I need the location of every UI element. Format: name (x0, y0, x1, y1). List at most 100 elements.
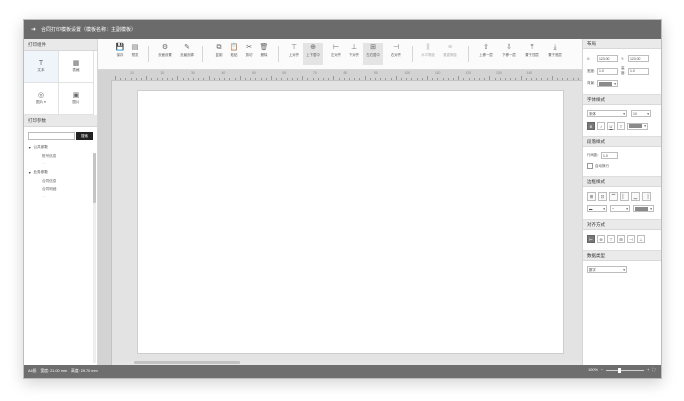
text-align-top-icon[interactable]: ⊤ (607, 235, 615, 243)
ruler-label: 10 (130, 71, 134, 75)
page-setup-button[interactable]: ⚙ 页面设置 (155, 43, 175, 65)
align-bottom-button[interactable]: ⊥ 下对齐 (344, 43, 364, 65)
component-palette: T 文本 ▦ 表格 ◎ 图片 ▾ ▣ 图片 (24, 51, 97, 115)
tree-item: … (42, 194, 46, 198)
underline-button[interactable]: U (607, 122, 615, 130)
ruler-tick (380, 78, 382, 80)
status-bar: A4纸 宽度: 21.00 mm 高度: 29.70 mm 100% − + ⛶ (24, 365, 661, 378)
x-input[interactable]: 123.00 (597, 55, 618, 62)
height-input[interactable]: 1.0 (628, 67, 649, 75)
align-hcenter-button[interactable]: ⊞ 左右居中 (363, 43, 383, 65)
font-header: 字体样式 (583, 94, 661, 105)
text-align-middle-icon[interactable]: ⊞ (617, 235, 625, 243)
line-weight-icon: ▬ (589, 206, 593, 211)
preview-button[interactable]: ▤ 预览 (125, 43, 145, 65)
ruler-tick (390, 78, 392, 80)
zoom-slider-knob[interactable] (618, 367, 622, 373)
text-align-center-icon[interactable]: ⊕ (597, 235, 605, 243)
text-component-label: 文本 (37, 68, 45, 72)
line-height-input[interactable]: 1.0 (601, 152, 618, 159)
arrow-right-icon[interactable]: ➜ (30, 26, 37, 33)
font-family-select[interactable]: 宋体 ▾ (587, 110, 627, 117)
zoom-slider[interactable] (606, 367, 645, 373)
zoom-control: 100% − + ⛶ (588, 367, 655, 373)
zoom-in-icon[interactable]: + (647, 368, 649, 372)
ruler-tick (182, 78, 184, 80)
font-size-select[interactable]: 10 ▾ (631, 110, 651, 117)
tree-item[interactable]: 合同明细 (42, 187, 97, 192)
align-top-icon: ⊤ (290, 44, 298, 51)
ruler-tick (328, 78, 330, 80)
align-vcenter-button[interactable]: ⊕ 上下居中 (303, 43, 323, 65)
ruler-tick (458, 76, 460, 80)
table-component[interactable]: ▦ 表格 (59, 51, 94, 83)
send-to-back-button[interactable]: ⤓ 置于底层 (545, 43, 565, 65)
italic-button[interactable]: I (597, 122, 605, 130)
param-search-button[interactable]: 搜索 (76, 132, 93, 140)
tree-item[interactable]: 账号信息 (42, 154, 97, 159)
border-style-select[interactable]: ┄ ▾ (610, 205, 630, 212)
width-input[interactable]: 1.0 (597, 67, 618, 75)
left-panel: 打印组件 T 文本 ▦ 表格 ◎ 图片 ▾ ▣ 图片 打印参数 搜索 ▼ 公共参… (24, 39, 98, 365)
left-scrollbar[interactable] (93, 153, 96, 363)
left-scrollbar-thumb[interactable] (93, 153, 96, 203)
bring-to-front-button[interactable]: ⤒ 置于顶层 (522, 43, 542, 65)
print-page-canvas[interactable] (137, 90, 564, 354)
autowrap-checkbox[interactable] (587, 163, 593, 169)
ruler-tick (271, 76, 272, 80)
border-color-select[interactable]: ▾ (633, 205, 654, 212)
border-right-icon[interactable]: ▕ (642, 192, 651, 201)
shape-icon: ◎ (37, 92, 45, 99)
text-align-left-icon[interactable]: ⊢ (587, 235, 595, 243)
border-width-select[interactable]: ▬ ▾ (587, 205, 607, 212)
ruler-label: 60 (282, 71, 287, 75)
bold-button[interactable]: B (587, 122, 595, 130)
background-color-select[interactable]: ▾ (597, 80, 618, 87)
ruler-tick (442, 78, 444, 80)
param-search-input[interactable] (28, 132, 75, 140)
copy-icon: ⧉ (216, 44, 222, 51)
clipboard-icon: 📋 (229, 44, 239, 51)
fit-screen-icon[interactable]: ⛶ (652, 368, 655, 372)
distribute-vertical-button[interactable]: ≡ 垂直等距 (440, 43, 460, 65)
text-align-right-icon[interactable]: ⊣ (627, 235, 635, 243)
font-color-select[interactable]: ▾ (627, 122, 648, 130)
border-all-icon[interactable]: ⊞ (587, 192, 596, 201)
ruler-tick (302, 76, 304, 80)
delete-button[interactable]: 🗑 删除 (254, 43, 274, 65)
tree-group-common[interactable]: ▼ 公共参数 (28, 145, 97, 150)
align-left-button[interactable]: ⊢ 左对齐 (326, 43, 346, 65)
ruler-tick (354, 78, 356, 80)
data-type-select[interactable]: 数字 ▾ (587, 266, 627, 273)
tree-item[interactable]: 合同信息 (42, 179, 97, 184)
vertical-ruler (98, 80, 112, 365)
zoom-out-icon[interactable]: − (601, 368, 603, 372)
image-component[interactable]: ▣ 图片 (59, 83, 94, 115)
shape-component[interactable]: ◎ 图片 ▾ (24, 83, 59, 115)
bring-forward-button[interactable]: ⇧ 上移一层 (476, 43, 496, 65)
autowrap-label: 自动换行 (595, 163, 609, 168)
ruler-tick (317, 78, 319, 80)
border-inner-icon[interactable]: ⊡ (598, 192, 607, 201)
align-top-button[interactable]: ⊤ 上对齐 (284, 43, 304, 65)
border-bottom-icon[interactable]: ▁ (631, 192, 640, 201)
header-footer-button[interactable]: ✎ 页眉页脚 (177, 43, 197, 65)
text-align-bottom-icon[interactable]: ⊥ (637, 235, 645, 243)
border-top-icon[interactable]: ▔ (609, 192, 618, 201)
horizontal-scrollbar-thumb[interactable] (134, 361, 240, 364)
strikethrough-button[interactable]: T (617, 122, 625, 130)
send-backward-button[interactable]: ⇩ 下移一层 (499, 43, 519, 65)
preview-icon: ▤ (131, 44, 139, 51)
caret-down-icon: ▼ (28, 170, 32, 175)
tree-group-business[interactable]: ▼ 业务参数 (28, 170, 97, 175)
distribute-horizontal-button[interactable]: ⫼ 水平等距 (418, 43, 438, 65)
distribute-horizontal-icon: ⫼ (426, 44, 430, 51)
text-component[interactable]: T 文本 (24, 51, 59, 83)
align-right-button[interactable]: ⊣ 右对齐 (386, 43, 406, 65)
border-left-icon[interactable]: ▏ (620, 192, 629, 201)
align-vcenter-icon: ⊕ (310, 44, 316, 51)
image-icon: ▣ (72, 92, 80, 99)
ruler-tick (156, 78, 158, 80)
y-input[interactable]: 123.00 (628, 55, 649, 62)
save-icon: 💾 (115, 44, 125, 51)
